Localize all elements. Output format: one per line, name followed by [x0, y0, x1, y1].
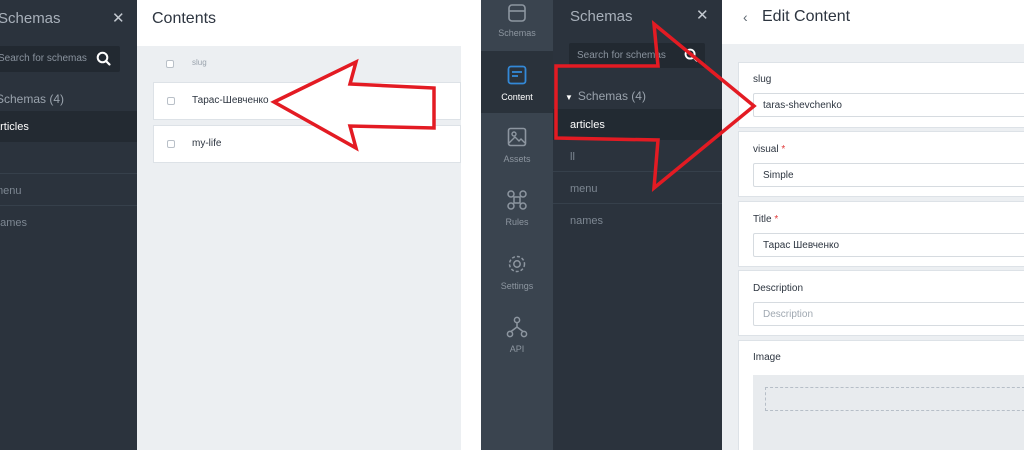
contents-header: Contents	[137, 0, 461, 46]
nav-label-settings: Settings	[500, 281, 534, 291]
image-drop-zone[interactable]	[765, 387, 1024, 411]
title-input[interactable]: Тарас Шевченко	[753, 233, 1024, 257]
description-input[interactable]: Description	[753, 302, 1024, 326]
sidebar-item-names[interactable]: names	[0, 207, 137, 238]
editor-header: ‹ Edit Content	[722, 0, 1024, 44]
image-uploader	[753, 375, 1024, 450]
left-arrow-icon	[270, 58, 436, 152]
nav-label-api: API	[509, 344, 525, 354]
schemas-sidebar: Schemas ✕ Search for schemas Schemas (4)…	[0, 0, 137, 450]
nav-label-rules: Rules	[505, 217, 529, 227]
main-nav-rail: Schemas Content Assets Rules Settings AP…	[481, 0, 553, 450]
nav-item-api[interactable]: API	[481, 306, 553, 368]
column-header-slug: slug	[192, 58, 207, 67]
nav-label-schemas: Schemas	[498, 28, 536, 38]
search-icon[interactable]	[95, 50, 113, 68]
field-image: Image	[738, 340, 1024, 450]
row-checkbox[interactable]	[167, 97, 175, 105]
nav-label-assets: Assets	[503, 154, 531, 164]
slug-input[interactable]: taras-shevchenko	[753, 93, 1024, 117]
field-slug: slug taras-shevchenko	[738, 62, 1024, 128]
field-label: Image	[753, 352, 781, 363]
row-slug: my-life	[192, 138, 222, 149]
nav-item-assets[interactable]: Assets	[481, 116, 553, 178]
sidebar-item-menu[interactable]: menu	[0, 175, 137, 206]
sidebar-item-names[interactable]: names	[553, 205, 722, 236]
rules-icon	[507, 190, 527, 210]
nav-item-content[interactable]: Content	[481, 51, 553, 113]
page-title: Contents	[152, 10, 217, 27]
settings-icon	[508, 255, 526, 273]
tutorial-composite: Schemas ✕ Search for schemas Schemas (4)…	[0, 0, 1024, 450]
assets-icon	[507, 127, 527, 147]
edit-content-panel: ‹ Edit Content slug taras-shevchenko vis…	[722, 0, 1024, 450]
select-all-checkbox[interactable]	[166, 60, 174, 68]
sidebar-title: Schemas	[0, 10, 61, 27]
search-placeholder: Search for schemas	[0, 53, 87, 64]
nav-item-rules[interactable]: Rules	[481, 179, 553, 241]
visual-select[interactable]: Simple	[753, 163, 1024, 187]
schemas-group-header[interactable]: Schemas (4)	[0, 92, 64, 106]
row-checkbox[interactable]	[167, 140, 175, 148]
sidebar-item-ll[interactable]: ll	[0, 143, 137, 174]
page-title: Edit Content	[762, 8, 851, 25]
field-label: Description	[753, 283, 804, 294]
search-input[interactable]: Search for schemas	[0, 46, 120, 72]
field-description: Description Description	[738, 270, 1024, 336]
nav-label-content: Content	[501, 92, 533, 102]
close-icon[interactable]: ✕	[112, 9, 125, 27]
row-slug: Тарас-Шевченко	[192, 95, 269, 106]
required-marker: *	[781, 144, 786, 155]
nav-item-settings[interactable]: Settings	[481, 243, 553, 305]
right-arrow-icon	[554, 20, 757, 192]
field-label: Title *	[753, 214, 779, 225]
schemas-icon	[508, 4, 526, 22]
content-icon	[507, 65, 527, 85]
required-marker: *	[774, 214, 779, 225]
api-icon	[506, 316, 528, 338]
field-title: Title * Тарас Шевченко	[738, 201, 1024, 267]
field-visual: visual * Simple	[738, 131, 1024, 197]
sidebar-item-articles[interactable]: articles	[0, 111, 137, 142]
